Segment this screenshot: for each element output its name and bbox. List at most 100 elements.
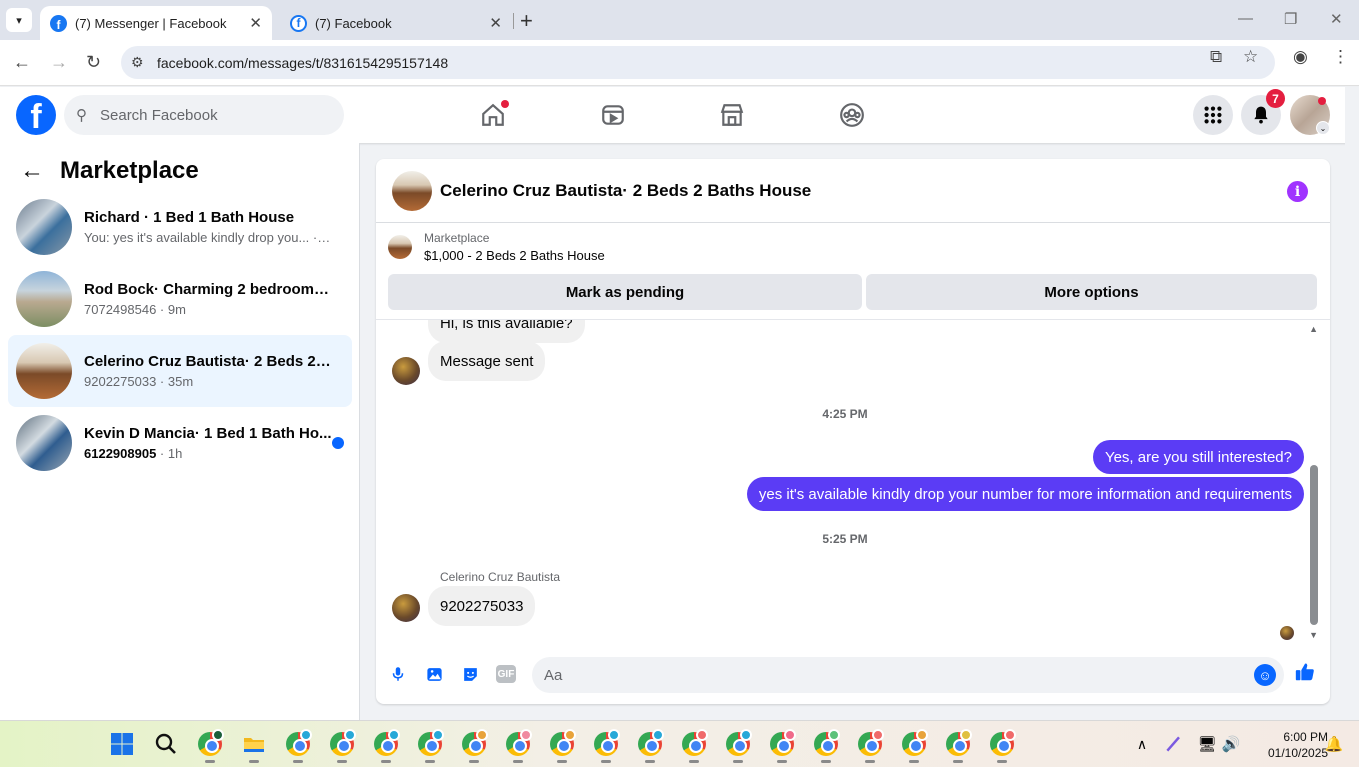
chrome-profile-icon[interactable] (768, 729, 796, 763)
message-list: Hi, is this available? Message sent 4:25… (376, 319, 1330, 649)
chrome-profile-icon[interactable] (856, 729, 884, 763)
chrome-profile-icon[interactable] (372, 729, 400, 763)
tab-close-icon[interactable]: ✕ (249, 14, 262, 32)
listing-thumbnail (16, 271, 72, 327)
windows-start-icon[interactable] (108, 730, 136, 758)
outgoing-message[interactable]: yes it's available kindly drop your numb… (746, 477, 1304, 511)
facebook-favicon-icon: f (50, 14, 67, 32)
facebook-logo-icon[interactable]: f (16, 95, 56, 135)
file-explorer-icon[interactable] (240, 730, 268, 763)
profile-icon[interactable]: ◉ (1293, 47, 1308, 67)
tab-divider (513, 13, 514, 29)
chrome-profile-icon[interactable] (592, 729, 620, 763)
sidebar-header: ← Marketplace (20, 157, 199, 185)
incoming-message[interactable]: Hi, is this available? (428, 320, 585, 343)
sticker-icon[interactable] (458, 662, 482, 686)
chat-listing-thumbnail[interactable] (392, 170, 432, 211)
more-options-button[interactable]: More options (866, 274, 1317, 310)
site-info-icon[interactable]: ⚙ (131, 54, 144, 71)
pen-icon[interactable] (1160, 730, 1188, 758)
new-tab-icon[interactable]: + (520, 8, 533, 34)
chrome-profile-icon[interactable] (680, 729, 708, 763)
tab-search-button[interactable]: ▾ (6, 8, 32, 32)
address-bar[interactable]: ⚙ facebook.com/messages/t/83161542951571… (121, 46, 1275, 79)
conversation-item-selected[interactable]: Celerino Cruz Bautista· 2 Beds 2 B... 92… (8, 335, 352, 407)
chrome-profile-icon[interactable] (416, 729, 444, 763)
info-icon[interactable]: i (1287, 181, 1308, 202)
chrome-profile-icon[interactable] (944, 729, 972, 763)
chrome-profile-icon[interactable] (724, 729, 752, 763)
microphone-icon[interactable] (386, 662, 410, 686)
chrome-profile-icon[interactable] (328, 729, 356, 763)
search-placeholder: Search Facebook (100, 106, 218, 124)
tab-facebook[interactable]: f (7) Facebook ✕ (280, 6, 512, 40)
conversation-name: Kevin D Mancia· 1 Bed 1 Bath Ho... (84, 425, 332, 442)
chrome-profile-icon[interactable] (900, 729, 928, 763)
scroll-down-icon[interactable]: ▼ (1309, 630, 1318, 640)
video-nav-icon[interactable] (597, 99, 629, 131)
sidebar-title: Marketplace (60, 157, 199, 184)
home-nav-icon[interactable] (477, 99, 509, 131)
outgoing-message[interactable]: Yes, are you still interested? (1092, 440, 1304, 474)
chat-header: Celerino Cruz Bautista· 2 Beds 2 Baths H… (376, 159, 1330, 223)
chrome-profile-icon[interactable] (284, 729, 312, 763)
sender-avatar[interactable] (392, 594, 420, 622)
scroll-up-icon[interactable]: ▲ (1309, 324, 1318, 334)
install-app-icon[interactable]: ⧉ (1210, 47, 1222, 67)
chevron-up-icon[interactable]: ∧ (1128, 730, 1156, 758)
running-indicator (865, 760, 875, 763)
conversation-preview: You: yes it's available kindly drop you.… (84, 230, 332, 245)
chrome-profile-icon[interactable] (504, 729, 532, 763)
notification-bell-icon[interactable]: 🔔 (1320, 730, 1348, 758)
volume-icon[interactable]: 🔊 (1217, 730, 1245, 758)
chrome-profile-icon[interactable] (988, 729, 1016, 763)
page-scrollbar[interactable] (1345, 87, 1359, 720)
url-text: facebook.com/messages/t/8316154295157148 (157, 54, 449, 71)
window-close-icon[interactable]: ✕ (1330, 10, 1343, 28)
chat-title[interactable]: Celerino Cruz Bautista· 2 Beds 2 Baths H… (440, 181, 811, 201)
chrome-profile-icon[interactable] (812, 729, 840, 763)
minimize-icon[interactable]: — (1238, 10, 1253, 27)
conversation-item[interactable]: Rod Bock· Charming 2 bedrooms-... 707249… (8, 263, 352, 335)
chrome-profile-icon[interactable] (548, 729, 576, 763)
back-icon[interactable]: ← (13, 52, 31, 73)
incoming-message[interactable]: Message sent (428, 341, 546, 381)
forward-icon[interactable]: → (50, 52, 68, 73)
photo-icon[interactable] (422, 662, 446, 686)
marketplace-nav-icon[interactable] (716, 99, 748, 131)
groups-nav-icon[interactable] (836, 99, 868, 131)
gif-icon[interactable]: GIF (494, 662, 518, 686)
reload-icon[interactable]: ↻ (86, 52, 101, 73)
listing-summary[interactable]: Marketplace $1,000 - 2 Beds 2 Baths Hous… (388, 231, 605, 263)
incoming-message[interactable]: 9202275033 (428, 586, 536, 626)
chrome-app-icon[interactable] (196, 729, 224, 763)
scrollbar-thumb[interactable] (1310, 465, 1318, 625)
timestamp: 5:25 PM (822, 532, 868, 546)
running-indicator (953, 760, 963, 763)
running-indicator (645, 760, 655, 763)
thumbs-up-icon[interactable] (1294, 661, 1316, 689)
browser-menu-icon[interactable]: ⋮ (1332, 47, 1349, 67)
message-composer: GIF Aa ☺ (376, 649, 1330, 704)
restore-icon[interactable]: ❐ (1284, 10, 1297, 28)
conversation-item[interactable]: Richard · 1 Bed 1 Bath House You: yes it… (8, 191, 352, 263)
chevron-down-icon[interactable]: ⌄ (1316, 121, 1330, 135)
search-input[interactable]: ⚲ Search Facebook (64, 95, 344, 135)
preview-number: 6122908905 (84, 446, 157, 461)
chrome-profile-icon[interactable] (460, 729, 488, 763)
preview-time: · 1h (156, 446, 183, 461)
message-input[interactable]: Aa ☺ (532, 657, 1284, 693)
search-icon[interactable] (152, 730, 180, 758)
chrome-profile-icon[interactable] (636, 729, 664, 763)
conversation-item-unread[interactable]: Kevin D Mancia· 1 Bed 1 Bath Ho... 61229… (8, 407, 352, 479)
menu-grid-icon[interactable] (1193, 95, 1233, 135)
sender-avatar[interactable] (392, 357, 420, 385)
mark-as-pending-button[interactable]: Mark as pending (388, 274, 862, 310)
back-arrow-icon[interactable]: ← (20, 157, 44, 185)
tab-close-icon[interactable]: ✕ (489, 14, 502, 32)
emoji-icon[interactable]: ☺ (1254, 664, 1276, 686)
running-indicator (689, 760, 699, 763)
home-notification-dot (501, 100, 509, 108)
bookmark-star-icon[interactable]: ☆ (1243, 47, 1258, 67)
tab-messenger[interactable]: f (7) Messenger | Facebook ✕ (40, 6, 272, 40)
